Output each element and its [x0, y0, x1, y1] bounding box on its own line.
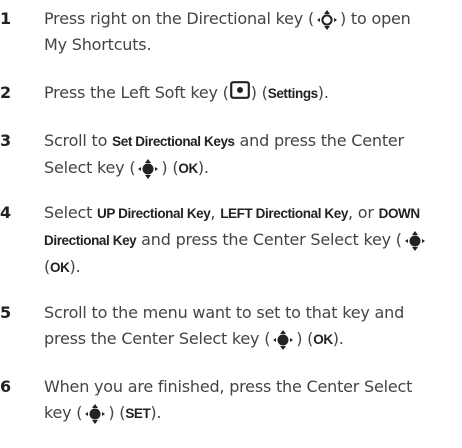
- step-number: 2: [0, 83, 12, 102]
- menu-label: Settings: [267, 86, 318, 101]
- step-text-part: When you are finished, press the Center …: [44, 377, 413, 396]
- step-text-part: ) (: [161, 158, 179, 177]
- step-text-part: My Shortcuts.: [44, 35, 152, 54]
- step-text: Select UP Directional Key, LEFT Directio…: [44, 200, 456, 281]
- menu-label: DOWN: [378, 206, 421, 221]
- step-number: 5: [0, 303, 12, 322]
- step-text-part: and press the Center Select key (: [136, 230, 402, 249]
- menu-label: Directional Key: [44, 233, 137, 248]
- center-select-key-icon: [136, 158, 160, 179]
- step-text-part: ).: [197, 158, 209, 177]
- instruction-list: 1 Press right on the Directional key ( )…: [0, 0, 462, 448]
- center-select-key-icon: [403, 230, 427, 251]
- step-text-part: ) (: [108, 403, 126, 422]
- menu-label: OK: [313, 332, 333, 347]
- menu-label: SET: [125, 406, 151, 421]
- menu-label: Set Directional Keys: [112, 134, 235, 149]
- step-text-part: ).: [332, 329, 344, 348]
- left-soft-key-icon: [229, 80, 250, 107]
- step-number: 3: [0, 131, 12, 150]
- center-select-key-icon: [271, 329, 295, 350]
- step-text-part: Press right on the Directional key (: [44, 9, 314, 28]
- step-text-part: ).: [317, 83, 329, 102]
- menu-label: UP Directional Key: [97, 206, 211, 221]
- step-text: Scroll to Set Directional Keys and press…: [44, 128, 456, 182]
- step-text-part: and press the Center: [234, 131, 405, 150]
- step-text-part: Scroll to the menu want to set to that k…: [44, 303, 405, 322]
- menu-label: OK: [50, 260, 70, 275]
- step-text-part: ) to open: [340, 9, 411, 28]
- menu-label: OK: [178, 161, 198, 176]
- step-text: Press right on the Directional key ( ) t…: [44, 6, 456, 58]
- step-text-part: Press the Left Soft key (: [44, 83, 229, 102]
- step-text-part: key (: [44, 403, 83, 422]
- step-text-part: ) (: [296, 329, 314, 348]
- step-text-part: ,: [210, 203, 221, 222]
- step-number: 6: [0, 377, 12, 396]
- center-select-key-icon: [83, 403, 107, 424]
- menu-label: LEFT Directional Key: [220, 206, 348, 221]
- navigation-key-icon: [315, 9, 339, 30]
- step-text-part: Scroll to: [44, 131, 113, 150]
- step-text-part: Select: [44, 203, 98, 222]
- step-text-part: ).: [69, 257, 81, 276]
- step-text-part: press the Center Select key (: [44, 329, 271, 348]
- step-text-part: ) (: [250, 83, 268, 102]
- step-number: 1: [0, 9, 12, 28]
- step-text-part: , or: [347, 203, 379, 222]
- step-text: Press the Left Soft key ( ) (Settings).: [44, 80, 456, 107]
- step-text-part: ).: [150, 403, 162, 422]
- step-text: Scroll to the menu want to set to that k…: [44, 300, 456, 353]
- step-number: 4: [0, 203, 12, 222]
- step-text-part: Select key (: [44, 158, 136, 177]
- step-text: When you are finished, press the Center …: [44, 374, 456, 427]
